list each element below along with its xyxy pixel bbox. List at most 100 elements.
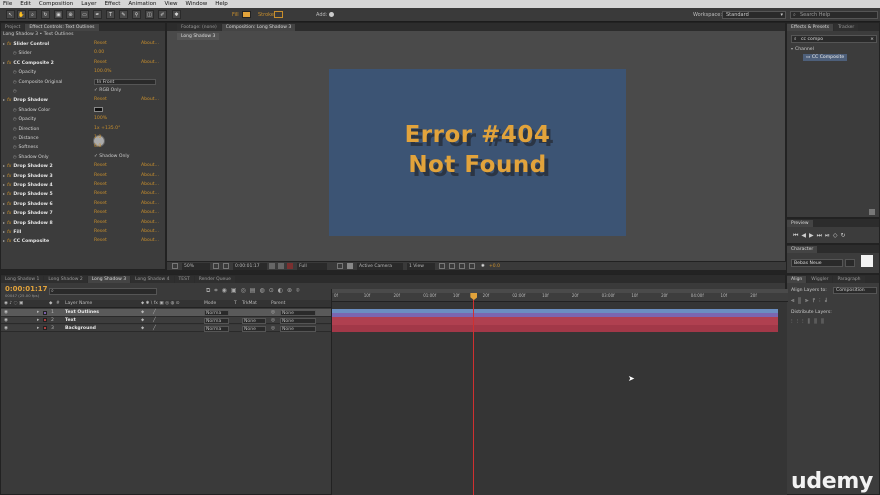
property-value[interactable]: 1x +135.0° <box>94 125 120 133</box>
font-family-select[interactable]: Bebas Neue <box>791 259 843 267</box>
about-link[interactable]: About... <box>141 228 159 236</box>
mode-select[interactable]: Norma <box>204 310 229 316</box>
fx-toggle-icon[interactable]: fx <box>7 164 11 169</box>
effect-row[interactable]: ▸ fx Drop Shadow 8 Reset About... <box>3 219 163 227</box>
search-help-input[interactable]: ⌕ Search Help <box>790 11 878 19</box>
effect-row[interactable]: ▸ fx Drop Shadow 6 Reset About... <box>3 200 163 208</box>
tab-wiggler[interactable]: Wiggler <box>807 276 833 283</box>
trkmat-select[interactable]: None <box>242 317 266 324</box>
property-row[interactable]: ◷ Slider 0.00 <box>3 49 163 57</box>
visibility-icon[interactable]: ◉ <box>4 317 8 325</box>
effect-row[interactable]: ▸ fx Drop Shadow 3 Reset About... <box>3 172 163 180</box>
about-link[interactable]: About... <box>141 190 159 198</box>
quality-switch-icon[interactable]: ╱ <box>153 309 156 317</box>
align-buttons[interactable]: ⫷⫼⫸⫯⫶⫰ <box>791 297 831 305</box>
align-to-select[interactable]: Composition <box>833 287 877 294</box>
workspace-select[interactable]: Standard ▾ <box>722 11 786 19</box>
menu-item-window[interactable]: Window <box>186 1 208 7</box>
layer-bar-3[interactable] <box>332 324 778 333</box>
reset-link[interactable]: Reset <box>94 96 107 104</box>
property-row[interactable]: ◷ Direction 1x +135.0° <box>3 125 163 147</box>
trkmat-select[interactable]: None <box>242 325 266 332</box>
puppet-tool-icon[interactable]: ✱ <box>172 10 181 19</box>
expand-triangle-icon[interactable]: ▸ <box>3 163 5 168</box>
parent-select[interactable]: None <box>280 325 316 332</box>
expand-triangle-icon[interactable]: ▸ <box>3 182 5 187</box>
fill-color-swatch[interactable] <box>861 255 873 267</box>
pen-tool-icon[interactable]: ✒ <box>93 10 102 19</box>
timeline-tab[interactable]: Long Shadow 1 <box>1 276 44 283</box>
about-link[interactable]: About... <box>141 237 159 245</box>
expand-triangle-icon[interactable]: ▸ <box>3 238 5 243</box>
timeline-tab[interactable]: TEST <box>174 276 194 283</box>
reset-link[interactable]: Reset <box>94 172 107 180</box>
stopwatch-icon[interactable]: ◷ <box>13 79 17 84</box>
visibility-icon[interactable]: ◉ <box>4 309 8 317</box>
property-row[interactable]: ◷ ✓ RGB Only <box>3 87 163 95</box>
parent-select[interactable]: None <box>280 310 316 316</box>
expand-triangle-icon[interactable]: ▸ <box>3 173 5 178</box>
menu-item-effect[interactable]: Effect <box>105 1 121 7</box>
fx-toggle-icon[interactable]: fx <box>7 183 11 188</box>
tab-align[interactable]: Align <box>787 276 807 283</box>
region-of-interest-icon[interactable] <box>337 263 343 269</box>
transparency-grid-icon[interactable] <box>347 263 353 269</box>
property-value[interactable]: 0.0 <box>94 143 101 151</box>
add-icon[interactable] <box>329 12 334 17</box>
tab-effects-presets[interactable]: Effects & Presets <box>787 24 834 31</box>
exposure-icon[interactable]: ✺ <box>481 262 485 271</box>
table-row[interactable]: ◉ ▸ 1 Text Outlines ⬥ ╱ Norma ◎ None <box>1 309 331 317</box>
clone-tool-icon[interactable]: ⚲ <box>132 10 141 19</box>
tab-footage[interactable]: Footage: (none) <box>177 24 221 31</box>
label-color-swatch[interactable] <box>43 310 47 315</box>
camera-tool-icon[interactable]: ▣ <box>54 10 63 19</box>
reset-link[interactable]: Reset <box>94 209 107 217</box>
eraser-tool-icon[interactable]: ◫ <box>145 10 154 19</box>
brush-tool-icon[interactable]: ✎ <box>119 10 128 19</box>
effects-search-input[interactable]: ⌕ cc compo × <box>791 35 877 43</box>
preview-controls[interactable]: ⏮◀▶⏭⏯◇↻ <box>793 232 848 240</box>
property-row[interactable]: ◷ Distance 1.0 <box>3 134 163 142</box>
property-value[interactable]: 100% <box>94 115 107 123</box>
property-row[interactable]: ◷ Shadow Only ✓ Shadow Only <box>3 153 163 161</box>
stopwatch-icon[interactable]: ◷ <box>13 135 17 140</box>
col-trkmat[interactable]: TrkMat <box>242 300 257 308</box>
visibility-icon[interactable]: ◉ <box>4 325 8 333</box>
expand-triangle-icon[interactable]: ▸ <box>3 220 5 225</box>
mask-visibility-icon[interactable] <box>223 263 229 269</box>
menu-item-view[interactable]: View <box>164 1 177 7</box>
about-link[interactable]: About... <box>141 172 159 180</box>
stopwatch-icon[interactable]: ◷ <box>13 154 17 159</box>
effect-row[interactable]: ▸ fx CC Composite 2 Reset About... <box>3 59 163 67</box>
label-color-swatch[interactable] <box>43 326 47 331</box>
stopwatch-icon[interactable]: ◷ <box>13 69 17 74</box>
layer-name[interactable]: Text <box>65 317 76 325</box>
effect-row[interactable]: ▸ fx CC Composite Reset About... <box>3 237 163 245</box>
about-link[interactable]: About... <box>141 40 159 48</box>
fx-toggle-icon[interactable]: fx <box>7 202 11 207</box>
new-folder-icon[interactable] <box>869 209 875 215</box>
hand-tool-icon[interactable]: ✋ <box>17 10 26 19</box>
fx-toggle-icon[interactable]: fx <box>7 230 11 235</box>
clear-search-icon[interactable]: × <box>870 36 874 43</box>
tab-paragraph[interactable]: Paragraph <box>833 276 865 283</box>
timeline-switch-buttons[interactable]: ⧉⌗◉▣◎▤◍⊙◐⊛⌾ <box>206 287 304 295</box>
reset-link[interactable]: Reset <box>94 200 107 208</box>
property-row[interactable]: ◷ Composite Original In Front <box>3 78 163 86</box>
about-link[interactable]: About... <box>141 200 159 208</box>
about-link[interactable]: About... <box>141 162 159 170</box>
reset-link[interactable]: Reset <box>94 162 107 170</box>
menu-item-edit[interactable]: Edit <box>20 1 31 7</box>
shy-switch-icon[interactable]: ⬥ <box>141 325 144 333</box>
expand-triangle-icon[interactable]: ▸ <box>37 325 39 333</box>
expand-triangle-icon[interactable]: ▸ <box>3 191 5 196</box>
reset-link[interactable]: Reset <box>94 181 107 189</box>
mode-select[interactable]: Norma <box>204 325 229 332</box>
stroke-swatch[interactable] <box>274 11 283 18</box>
playhead[interactable] <box>470 293 478 495</box>
stopwatch-icon[interactable]: ◷ <box>13 50 17 55</box>
fx-toggle-icon[interactable]: fx <box>7 221 11 226</box>
reset-link[interactable]: Reset <box>94 190 107 198</box>
pickwhip-icon[interactable]: ◎ <box>271 317 275 325</box>
tab-composition[interactable]: Composition: Long Shadow 3 <box>221 24 296 31</box>
